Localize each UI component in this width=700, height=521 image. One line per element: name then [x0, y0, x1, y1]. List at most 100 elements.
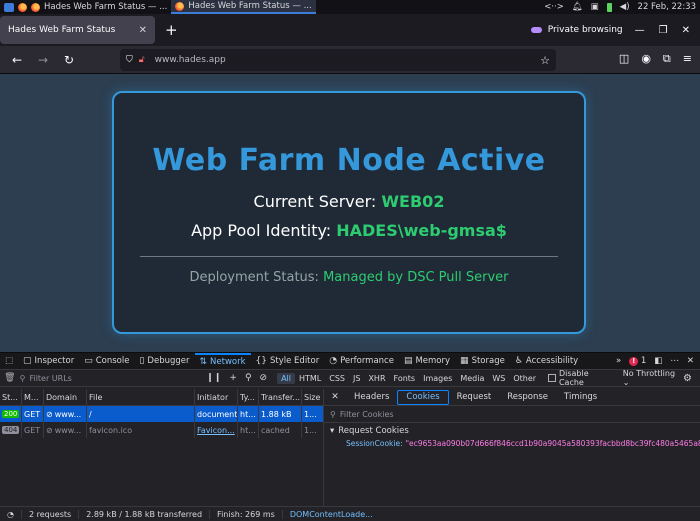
gear-icon[interactable]: ⚙	[683, 373, 692, 384]
clock-icon[interactable]: ◔	[0, 510, 22, 519]
filter-js[interactable]: JS	[349, 373, 364, 384]
tab-performance[interactable]: ◔ Performance	[324, 353, 399, 370]
devtools-panel: ⬚ ▢ Inspector ▭ Console ▯ Debugger ⇅ Network…	[0, 352, 700, 521]
table-row[interactable]: 200 GET ⊘ www... / document ht... 1.88 kB…	[0, 406, 323, 422]
bookmark-star-icon[interactable]: ☆	[540, 54, 550, 67]
col-domain[interactable]: Domain	[44, 389, 87, 405]
new-tab-icon[interactable]: +	[165, 21, 178, 39]
pause-icon[interactable]: ❙❙	[206, 373, 221, 383]
filter-xhr[interactable]: XHR	[364, 373, 389, 384]
menu-icon[interactable]: ≡	[683, 52, 692, 66]
accessibility-icon: ♿︎	[514, 356, 523, 366]
maximize-icon[interactable]: ❐	[659, 25, 668, 36]
filter-all[interactable]: All	[277, 372, 295, 384]
pick-element-icon[interactable]: ⬚	[0, 353, 18, 370]
filter-ws[interactable]: WS	[488, 373, 509, 384]
tab-headers[interactable]: Headers	[346, 390, 397, 405]
insecure-icon: ⊘	[46, 409, 53, 419]
taskbar-window-title: Hades Web Farm Status — ...	[188, 1, 312, 11]
bell-icon[interactable]: 🔔︎	[572, 2, 583, 12]
filter-other[interactable]: Other	[509, 373, 540, 384]
forward-icon[interactable]: →	[32, 53, 54, 67]
tab-network[interactable]: ⇅ Network	[194, 352, 251, 370]
block-icon[interactable]: ⊘	[260, 373, 268, 383]
taskbar-window-1[interactable]: Hades Web Farm Status — ...	[27, 0, 171, 14]
pool-line: App Pool Identity: HADES\web-gmsa$	[114, 221, 584, 240]
shield-icon[interactable]: ⛉	[126, 55, 133, 65]
reload-icon[interactable]: ↻	[58, 53, 80, 67]
extensions-icon[interactable]: ⧉	[663, 52, 671, 66]
transferred-size: 2.89 kB / 1.88 kB transferred	[79, 510, 211, 519]
dock-icon[interactable]: ◧	[654, 356, 662, 366]
throttling-select[interactable]: No Throttling ⌄	[623, 369, 683, 387]
close-details-icon[interactable]: ✕	[324, 392, 346, 402]
error-count: 1	[640, 356, 647, 366]
firefox-launcher-icon[interactable]	[18, 2, 27, 12]
cookie-entry[interactable]: SessionCookie: "ec9653aa090b07d666f846cc…	[324, 439, 700, 448]
filter-media[interactable]: Media	[456, 373, 488, 384]
account-icon[interactable]: ◉	[641, 52, 651, 66]
os-menu-icon[interactable]	[4, 2, 14, 12]
private-browsing-indicator: Private browsing	[530, 25, 623, 35]
devtools-menu-icon[interactable]: ⋯	[670, 356, 679, 366]
col-size[interactable]: Size	[302, 389, 323, 405]
initiator-link[interactable]: Favicon...	[197, 426, 235, 435]
col-status[interactable]: St...	[0, 389, 22, 405]
error-indicator[interactable]: ! 1	[629, 356, 646, 366]
close-window-icon[interactable]: ✕	[682, 25, 690, 36]
domain-cell: ⊘ www...	[44, 422, 87, 438]
filter-cookies-input[interactable]: ⚲ Filter Cookies	[324, 406, 700, 423]
trash-icon[interactable]: 🗑︎	[0, 373, 20, 383]
url-bar[interactable]: ⛉ 🔓︎ www.hades.app ☆	[120, 49, 556, 71]
battery-icon[interactable]	[606, 2, 612, 12]
tab-inspector[interactable]: ▢ Inspector	[18, 353, 79, 370]
volume-icon[interactable]: ◀)	[620, 2, 630, 12]
minimize-icon[interactable]: —	[635, 25, 645, 36]
add-icon[interactable]: +	[229, 373, 237, 383]
search-icon[interactable]: ⚲	[245, 373, 252, 383]
col-initiator[interactable]: Initiator	[195, 389, 238, 405]
clock[interactable]: 22 Feb, 22:33	[638, 2, 696, 12]
disable-cache-checkbox[interactable]: Disable Cache	[548, 369, 615, 387]
tab-hades-status[interactable]: Hades Web Farm Status ✕	[0, 16, 155, 44]
devtools-toolbar: ⬚ ▢ Inspector ▭ Console ▯ Debugger ⇅ Network…	[0, 352, 700, 370]
network-icon[interactable]: <··>	[544, 2, 564, 12]
tab-memory[interactable]: ▤ Memory	[399, 353, 455, 370]
tab-response[interactable]: Response	[499, 390, 556, 405]
url-text[interactable]: www.hades.app	[155, 55, 226, 65]
back-icon[interactable]: ←	[6, 53, 28, 67]
tab-storage[interactable]: ▦ Storage	[455, 353, 510, 370]
tab-cookies[interactable]: Cookies	[397, 389, 449, 405]
close-tab-icon[interactable]: ✕	[139, 25, 147, 36]
firefox-icon	[31, 2, 40, 12]
type-cell: ht...	[238, 422, 259, 438]
network-filter-bar: 🗑︎ ⚲ Filter URLs ❙❙ + ⚲ ⊘ All HTML CSS JS…	[0, 369, 700, 387]
request-cookies-section[interactable]: ▾ Request Cookies	[324, 423, 700, 439]
col-transferred[interactable]: Transfer...	[259, 389, 302, 405]
col-type[interactable]: Ty...	[238, 389, 259, 405]
more-tabs-icon[interactable]: »	[616, 356, 621, 366]
lock-insecure-icon[interactable]: 🔓︎	[139, 55, 145, 65]
inspector-icon: ▢	[23, 356, 32, 366]
col-file[interactable]: File	[87, 389, 195, 405]
filter-urls-input[interactable]: ⚲ Filter URLs	[20, 374, 177, 383]
private-mask-icon	[530, 27, 542, 33]
tab-request[interactable]: Request	[449, 390, 500, 405]
table-row[interactable]: 404 GET ⊘ www... favicon.ico Favicon... h…	[0, 422, 323, 438]
tab-accessibility[interactable]: ♿︎ Accessibility	[510, 353, 583, 370]
taskbar-window-2[interactable]: Hades Web Farm Status — ...	[171, 0, 316, 14]
filter-images[interactable]: Images	[419, 373, 456, 384]
tab-timings[interactable]: Timings	[556, 390, 605, 405]
close-devtools-icon[interactable]: ✕	[687, 356, 694, 366]
col-method[interactable]: M...	[22, 389, 44, 405]
pocket-icon[interactable]: ◫	[619, 52, 629, 66]
tab-debugger[interactable]: ▯ Debugger	[134, 353, 194, 370]
insecure-icon: ⊘	[46, 425, 53, 435]
filter-css[interactable]: CSS	[325, 373, 349, 384]
filter-html[interactable]: HTML	[295, 373, 325, 384]
filter-fonts[interactable]: Fonts	[390, 373, 420, 384]
clipboard-icon[interactable]: ▣	[591, 2, 599, 12]
firefox-icon	[175, 1, 185, 11]
tab-console[interactable]: ▭ Console	[79, 353, 134, 370]
tab-style-editor[interactable]: {} Style Editor	[251, 353, 325, 370]
